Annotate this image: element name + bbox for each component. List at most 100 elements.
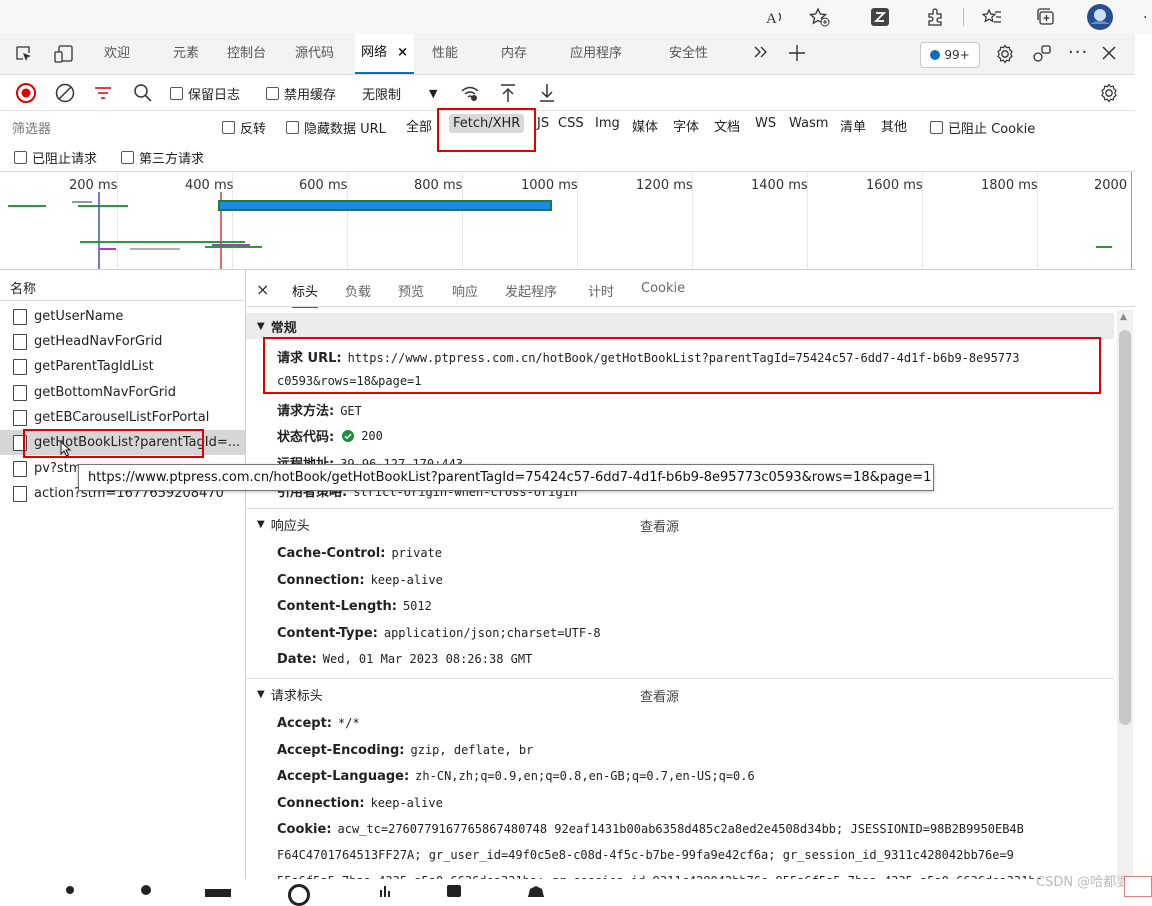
response-view-source-link[interactable]: 查看源 (640, 516, 679, 535)
scroll-up-arrow-icon[interactable]: ▲ (1120, 312, 1127, 322)
preserve-log-checkbox[interactable]: 保留日志 (170, 84, 240, 103)
request-row[interactable]: getBottomNavForGrid (0, 380, 245, 405)
more-options-icon[interactable]: ··· (1068, 42, 1088, 63)
filter-type-doc[interactable]: 文档 (714, 116, 740, 135)
filter-type-css[interactable]: CSS (558, 116, 584, 131)
disable-cache-checkbox[interactable]: 禁用缓存 (266, 84, 336, 103)
request-row[interactable]: getParentTagIdList (0, 354, 245, 379)
issues-chat-icon (930, 50, 941, 60)
request-view-source-link[interactable]: 查看源 (640, 686, 679, 705)
profile-avatar-icon[interactable] (1086, 3, 1114, 31)
taskbar-dot-icon[interactable] (66, 886, 74, 894)
response-headers-section-header[interactable]: ▼ 响应头 (246, 511, 1114, 537)
tab-network[interactable]: 网络 × (355, 34, 415, 74)
taskbar-strip (0, 879, 1152, 897)
add-tab-plus-icon[interactable] (787, 43, 807, 63)
column-header-name[interactable]: 名称 (10, 278, 36, 297)
tab-security[interactable]: 安全性 (669, 34, 708, 74)
read-aloud-icon[interactable]: A (761, 3, 789, 31)
document-icon (13, 409, 27, 426)
collections-icon[interactable] (1032, 3, 1060, 31)
corner-widget[interactable] (1124, 876, 1152, 897)
taskbar-gear-icon[interactable] (524, 886, 548, 897)
detail-tab-response[interactable]: 响应 (452, 281, 478, 300)
detail-tab-preview[interactable]: 预览 (398, 281, 424, 300)
request-headers-section-header[interactable]: ▼ 请求标头 (246, 681, 1114, 707)
more-tabs-chevron-icon[interactable] (752, 44, 768, 60)
blocked-cookies-box[interactable] (930, 121, 943, 134)
taskbar-bars-icon[interactable] (379, 886, 391, 897)
taskbar-circle-icon[interactable] (288, 884, 310, 906)
clear-icon[interactable] (54, 82, 76, 104)
third-party-checkbox[interactable]: 第三方请求 (121, 148, 204, 167)
favorites-icon[interactable] (978, 3, 1006, 31)
search-icon[interactable] (132, 82, 154, 104)
import-har-upload-icon[interactable] (497, 82, 519, 104)
disable-cache-box[interactable] (266, 87, 279, 100)
general-section-header[interactable]: ▼ 常规 (246, 313, 1114, 339)
overview-waterfall (8, 192, 1112, 269)
close-devtools-icon[interactable] (1100, 44, 1118, 62)
invert-checkbox[interactable]: 反转 (222, 118, 266, 137)
toolbar-divider (963, 8, 964, 26)
detail-tab-timing[interactable]: 计时 (588, 281, 614, 300)
taskbar-app-icon[interactable] (447, 885, 461, 897)
inspect-element-icon[interactable] (14, 44, 34, 64)
favorite-add-icon[interactable] (805, 3, 833, 31)
preserve-log-box[interactable] (170, 87, 183, 100)
filter-type-other[interactable]: 其他 (881, 116, 907, 135)
request-row[interactable]: getHeadNavForGrid (0, 329, 245, 354)
network-overview[interactable]: 200 ms 400 ms 600 ms 800 ms 1000 ms 1200… (0, 172, 1135, 270)
issues-badge[interactable]: 99+ (920, 42, 980, 68)
filter-icon[interactable] (92, 82, 114, 104)
third-party-box[interactable] (121, 151, 134, 164)
network-conditions-wifi-icon[interactable] (459, 82, 481, 104)
header-row: Accept: */* (277, 716, 360, 731)
throttling-select[interactable]: 无限制 ▼ (362, 84, 437, 103)
invert-box[interactable] (222, 121, 235, 134)
blocked-requests-box[interactable] (14, 151, 27, 164)
hide-data-url-checkbox[interactable]: 隐藏数据 URL (286, 118, 386, 137)
detail-tab-initiator[interactable]: 发起程序 (505, 281, 557, 300)
taskbar-window-icon[interactable] (205, 889, 231, 897)
extensions-icon[interactable] (921, 3, 949, 31)
hide-data-url-box[interactable] (286, 121, 299, 134)
request-row[interactable]: getUserName (0, 304, 245, 329)
settings-gear-icon[interactable] (994, 43, 1016, 65)
network-settings-gear-icon[interactable] (1098, 82, 1120, 104)
taskbar-dot-icon[interactable] (141, 885, 151, 895)
detail-tab-cookies[interactable]: Cookie (641, 281, 685, 296)
filter-type-media[interactable]: 媒体 (632, 116, 658, 135)
feedback-icon[interactable] (1031, 43, 1053, 65)
filter-type-all[interactable]: 全部 (406, 116, 432, 135)
detail-tab-headers[interactable]: 标头 (292, 281, 319, 308)
detail-scrollbar-thumb[interactable] (1119, 330, 1131, 725)
blocked-cookies-checkbox[interactable]: 已阻止 Cookie (930, 118, 1035, 137)
blocked-requests-checkbox[interactable]: 已阻止请求 (14, 148, 97, 167)
more-dot-icon[interactable]: · (1143, 10, 1147, 26)
tab-welcome[interactable]: 欢迎 (104, 34, 130, 74)
filter-input[interactable]: 筛选器 (12, 118, 51, 137)
tab-memory[interactable]: 内存 (501, 34, 527, 74)
request-name: pv?stm (34, 461, 82, 476)
export-har-download-icon[interactable] (536, 82, 558, 104)
filter-type-ws[interactable]: WS (755, 116, 776, 131)
filter-type-manifest[interactable]: 清单 (840, 116, 866, 135)
extension-z-icon[interactable] (866, 3, 894, 31)
filter-type-font[interactable]: 字体 (673, 116, 699, 135)
device-emulation-icon[interactable] (53, 44, 75, 64)
close-detail-icon[interactable]: × (256, 280, 269, 299)
disable-cache-label: 禁用缓存 (284, 88, 337, 103)
tab-performance[interactable]: 性能 (432, 34, 458, 74)
request-row[interactable]: getEBCarouselListForPortal (0, 405, 245, 430)
tab-network-close-icon[interactable]: × (397, 45, 408, 60)
filter-type-img[interactable]: Img (595, 116, 620, 131)
detail-tab-payload[interactable]: 负载 (345, 281, 371, 300)
filter-type-js[interactable]: JS (537, 116, 549, 131)
tab-elements[interactable]: 元素 (173, 34, 199, 74)
tab-console[interactable]: 控制台 (227, 34, 266, 74)
tab-sources[interactable]: 源代码 (295, 34, 334, 74)
tab-application[interactable]: 应用程序 (570, 34, 622, 74)
filter-type-wasm[interactable]: Wasm (789, 116, 828, 131)
record-stop-icon[interactable] (15, 82, 37, 104)
